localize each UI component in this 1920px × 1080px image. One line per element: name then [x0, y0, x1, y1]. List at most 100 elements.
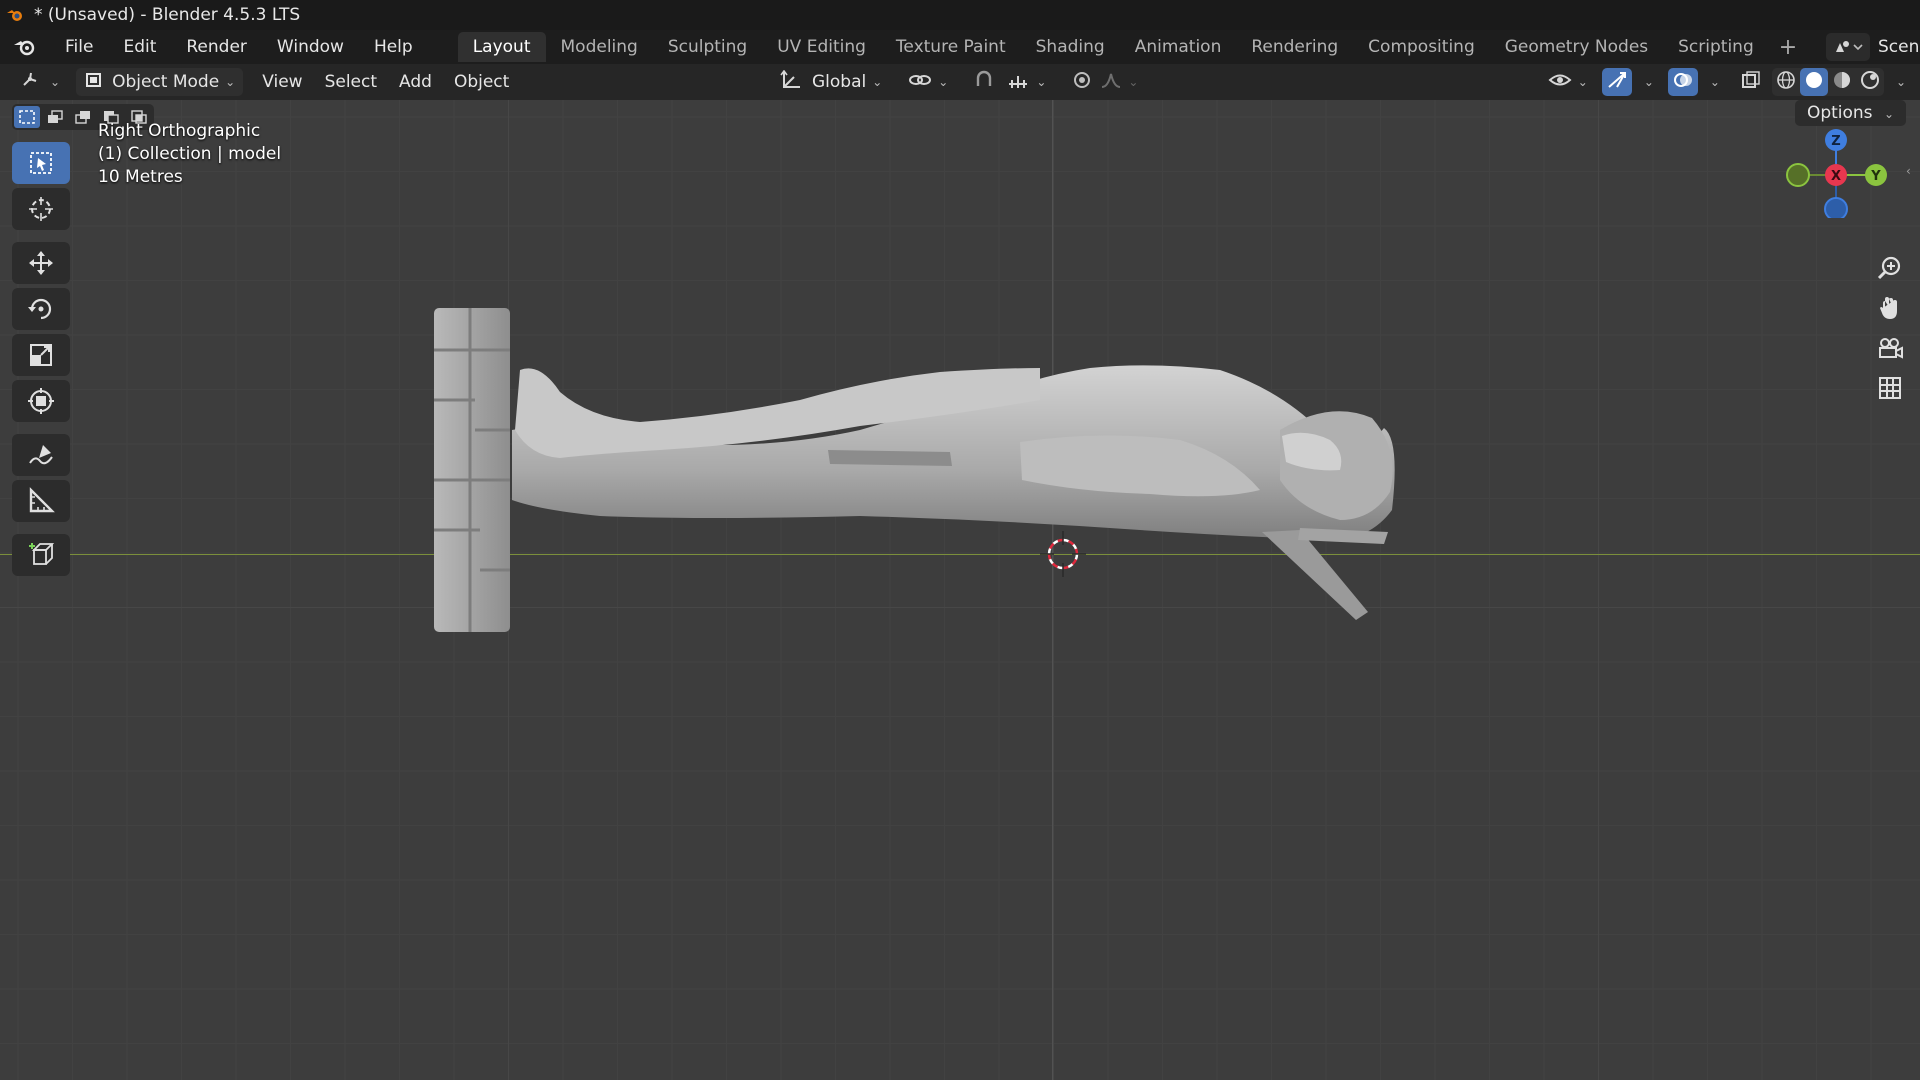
solid-shading-button[interactable]: [1799, 68, 1828, 96]
chevron-down-icon[interactable]: ⌄: [1710, 75, 1720, 89]
viewport-menu-select[interactable]: Select: [314, 72, 388, 92]
blender-menu-icon[interactable]: [0, 30, 50, 64]
rendered-sphere-icon: [1860, 70, 1880, 95]
camera-view-button[interactable]: [1870, 330, 1910, 366]
tab-uv-editing[interactable]: UV Editing: [762, 32, 881, 62]
add-cube-tool[interactable]: [12, 534, 70, 576]
menu-window[interactable]: Window: [262, 30, 359, 64]
tab-animation[interactable]: Animation: [1120, 32, 1237, 62]
annotate-tool[interactable]: [12, 434, 70, 476]
editor-type-icon: [22, 71, 44, 94]
menu-help[interactable]: Help: [359, 30, 428, 64]
gizmo-icon: [1606, 70, 1628, 95]
rotate-tool[interactable]: [12, 288, 70, 330]
chevron-down-icon: ⌄: [1036, 75, 1047, 89]
select-box-tool[interactable]: [12, 142, 70, 184]
grid-icon: [1879, 377, 1901, 399]
workspace-tabs: Layout Modeling Sculpting UV Editing Tex…: [457, 30, 1807, 64]
add-workspace-button[interactable]: +: [1769, 35, 1807, 60]
tab-shading[interactable]: Shading: [1021, 32, 1120, 62]
chevron-down-icon: ⌄: [1577, 75, 1588, 89]
scene-icon[interactable]: [1826, 33, 1870, 61]
gizmo-toggle-button[interactable]: [1601, 68, 1632, 96]
viewport-menu-object[interactable]: Object: [443, 72, 520, 92]
menu-file[interactable]: File: [50, 30, 108, 64]
strap-shape: [1298, 528, 1388, 544]
add-cube-icon: [29, 543, 55, 565]
select-subtract-button[interactable]: [70, 106, 96, 128]
tab-rendering[interactable]: Rendering: [1236, 32, 1353, 62]
material-sphere-icon: [1832, 70, 1852, 95]
pivot-point-icon: [908, 71, 932, 94]
measure-tool[interactable]: [12, 480, 70, 522]
select-new-icon: [19, 110, 35, 124]
gizmo-z-label: Z: [1831, 134, 1840, 149]
tab-geometry-nodes[interactable]: Geometry Nodes: [1490, 32, 1663, 62]
zoom-button[interactable]: [1870, 250, 1910, 286]
viewport-menu-view[interactable]: View: [251, 72, 313, 92]
gizmo-y-handle[interactable]: Y: [1865, 164, 1887, 186]
editor-type-button[interactable]: ⌄: [14, 68, 68, 96]
mode-dropdown[interactable]: Object Mode ⌄: [76, 68, 244, 96]
gizmo-y-label: Y: [1870, 169, 1881, 184]
collection-info-label: (1) Collection | model: [98, 144, 282, 164]
move-icon: [29, 251, 53, 275]
cursor-tool[interactable]: [12, 188, 70, 230]
3d-viewport[interactable]: Right Orthographic (1) Collection | mode…: [0, 100, 1920, 1080]
projection-toggle-button[interactable]: [1870, 370, 1910, 406]
tab-layout[interactable]: Layout: [457, 32, 546, 62]
xray-toggle-button[interactable]: [1736, 68, 1766, 96]
stone-base: [434, 308, 510, 632]
proportional-editing-controls[interactable]: ⌄: [1064, 68, 1146, 96]
viewport-menu-add[interactable]: Add: [388, 72, 443, 92]
orientation-label: Global: [812, 72, 867, 92]
3d-cursor: [1040, 531, 1086, 577]
proportional-editing-icon: [1072, 70, 1092, 95]
transform-tool[interactable]: [12, 380, 70, 422]
menu-render[interactable]: Render: [171, 30, 262, 64]
viewport-header: ⌄ Object Mode ⌄ View Select Add Object G…: [0, 64, 1920, 100]
select-subtract-icon: [75, 111, 90, 124]
gizmo-neg-y-handle[interactable]: [1786, 163, 1810, 187]
pan-button[interactable]: [1870, 290, 1910, 326]
tab-scripting[interactable]: Scripting: [1663, 32, 1769, 62]
rotate-icon: [28, 298, 52, 320]
rendered-shading-button[interactable]: [1856, 68, 1884, 96]
visibility-dropdown[interactable]: ⌄: [1540, 68, 1596, 96]
snapping-controls[interactable]: ⌄: [966, 68, 1054, 96]
wireframe-shading-button[interactable]: [1772, 68, 1800, 96]
gizmo-x-handle[interactable]: X: [1825, 164, 1847, 186]
wireframe-sphere-icon: [1776, 70, 1796, 95]
shading-mode-switcher: [1771, 68, 1884, 96]
sidebar-collapse-arrow-icon[interactable]: ‹: [1906, 164, 1920, 184]
model-mesh[interactable]: [0, 100, 1920, 1080]
tab-sculpting[interactable]: Sculpting: [653, 32, 762, 62]
grid-scale-label: 10 Metres: [98, 167, 183, 187]
gizmo-z-handle[interactable]: Z: [1825, 129, 1847, 151]
material-shading-button[interactable]: [1828, 68, 1856, 96]
menu-edit[interactable]: Edit: [108, 30, 171, 64]
viewport-display-tools: ⌄ ⌄ ⌄ ⌄: [1540, 68, 1906, 96]
title-bar: * (Unsaved) - Blender 4.5.3 LTS: [0, 0, 1920, 30]
chevron-down-icon: ⌄: [1128, 75, 1139, 89]
move-tool[interactable]: [12, 242, 70, 284]
overlays-toggle-button[interactable]: [1667, 68, 1698, 96]
navigation-gizmo[interactable]: Z Y X: [1772, 114, 1888, 218]
pivot-point-dropdown[interactable]: ⌄: [900, 68, 956, 96]
select-new-button[interactable]: [14, 106, 40, 128]
chevron-down-icon[interactable]: ⌄: [1896, 75, 1906, 89]
orientation-dropdown[interactable]: Global ⌄: [772, 68, 890, 96]
tab-modeling[interactable]: Modeling: [546, 32, 653, 62]
scene-name[interactable]: Scen: [1878, 37, 1920, 57]
viewport-info: Right Orthographic (1) Collection | mode…: [98, 120, 281, 189]
view-name-label: Right Orthographic: [98, 121, 261, 141]
rifle-barrel-shape: [1262, 530, 1368, 620]
select-extend-button[interactable]: [42, 106, 68, 128]
gizmo-neg-z-handle[interactable]: [1824, 197, 1848, 218]
transform-tools: Global ⌄ ⌄ ⌄ ⌄: [772, 68, 1146, 96]
scale-tool[interactable]: [12, 334, 70, 376]
tab-compositing[interactable]: Compositing: [1353, 32, 1490, 62]
chevron-down-icon[interactable]: ⌄: [1644, 75, 1654, 89]
tab-texture-paint[interactable]: Texture Paint: [881, 32, 1021, 62]
chevron-down-icon: ⌄: [872, 75, 883, 89]
